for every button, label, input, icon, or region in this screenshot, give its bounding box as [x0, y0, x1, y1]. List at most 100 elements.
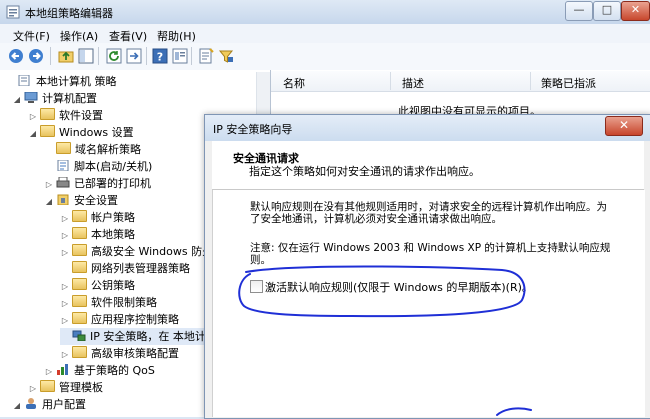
refresh-icon[interactable] [106, 48, 122, 64]
folder-icon [72, 312, 87, 324]
default-response-description-line2: 了安全地通讯，计算机必须对安全通讯请求做出响应。 [250, 213, 502, 225]
expander[interactable]: ▷ [28, 108, 38, 125]
folder-icon [40, 380, 55, 392]
qos-icon [57, 364, 68, 375]
printer-icon [56, 177, 70, 188]
folder-icon [40, 108, 55, 120]
tree-item-label: 应用程序控制策略 [91, 313, 179, 326]
folder-icon [72, 346, 87, 358]
tree-item-label: 安全设置 [74, 194, 118, 207]
column-description[interactable]: 描述 [402, 75, 424, 91]
expander[interactable]: ▷ [60, 295, 70, 312]
tree-item-label: 基于策略的 QoS [74, 364, 155, 377]
dialog-title: IP 安全策略向导 [213, 123, 293, 136]
expander[interactable]: ◢ [44, 193, 54, 210]
folder-icon [72, 210, 87, 222]
up-folder-icon[interactable] [58, 48, 74, 64]
menu-view[interactable]: 查看(V) [109, 28, 147, 44]
tree-item-label: 高级审核策略配置 [91, 347, 179, 360]
folder-icon [72, 244, 87, 256]
computer-icon [24, 92, 38, 103]
tree-item-ip-security-policies[interactable]: IP 安全策略，在 本地计 [60, 328, 210, 345]
tree-item-label: 本地策略 [91, 228, 135, 241]
compatibility-note-line1: 注意: 仅在运行 Windows 2003 和 Windows XP 的计算机上… [250, 242, 611, 254]
handdrawn-annotation [496, 407, 532, 416]
expander[interactable]: ▷ [60, 346, 70, 363]
expander[interactable]: ▷ [44, 363, 54, 380]
tree-item-label: Windows 设置 [59, 126, 134, 139]
tree-item-windows-firewall[interactable]: ▷ 高级安全 Windows 防火 [60, 243, 213, 260]
security-icon [57, 194, 69, 205]
tree-item-label: IP 安全策略，在 本地计 [90, 330, 206, 343]
svg-text:?: ? [157, 51, 163, 64]
expander[interactable]: ▷ [60, 227, 70, 244]
wizard-subheading: 指定这个策略如何对安全通讯的请求作出响应。 [249, 165, 480, 178]
tree-item-label: 域名解析策略 [75, 143, 141, 156]
handdrawn-annotation [238, 265, 526, 318]
toolbar-separator [98, 47, 99, 65]
ipsec-icon [72, 330, 86, 341]
manage-filters-icon[interactable] [218, 48, 234, 64]
window-title: 本地组策略编辑器 [25, 7, 113, 20]
script-icon [57, 160, 69, 171]
tree-item-security-settings[interactable]: ◢ 安全设置 [44, 192, 118, 209]
maximize-button[interactable]: □ [593, 1, 621, 21]
folder-icon [72, 295, 87, 307]
close-button[interactable]: ✕ [621, 1, 650, 21]
export-list-icon[interactable] [126, 48, 142, 64]
tree-item-label: 脚本(启动/关机) [74, 160, 153, 173]
dialog-close-button[interactable]: ✕ [605, 116, 643, 136]
minimize-button[interactable]: — [565, 1, 593, 21]
expander[interactable]: ◢ [28, 125, 38, 142]
tree-item-label: 帐户策略 [91, 211, 135, 224]
folder-icon [56, 142, 71, 154]
tree-item-label: 管理模板 [59, 381, 103, 394]
tree-item-advanced-audit[interactable]: ▷ 高级审核策略配置 [60, 345, 179, 362]
tree-item-name-resolution-policy[interactable]: 域名解析策略 [44, 141, 141, 158]
tree-item-scripts[interactable]: 脚本(启动/关机) [44, 158, 152, 175]
folder-icon [72, 261, 87, 273]
menu-file[interactable]: 文件(F) [13, 28, 50, 44]
user-icon [26, 398, 36, 409]
expander[interactable]: ▷ [60, 278, 70, 295]
new-policy-icon[interactable] [198, 48, 214, 64]
forward-icon[interactable] [28, 48, 44, 64]
expander[interactable]: ◢ [12, 91, 22, 108]
toolbar-separator [191, 47, 192, 65]
policy-editor-app-icon [6, 5, 20, 19]
column-separator[interactable] [390, 72, 391, 90]
show-hide-tree-icon[interactable] [78, 48, 94, 64]
expander[interactable]: ◢ [12, 397, 22, 414]
menu-action[interactable]: 操作(A) [60, 28, 98, 44]
expander[interactable]: ▷ [28, 380, 38, 397]
expander[interactable]: ▷ [60, 244, 70, 261]
tree-item-policy-qos[interactable]: ▷ 基于策略的 QoS [44, 362, 155, 379]
tree-item-admin-templates[interactable]: ▷ 管理模板 [28, 379, 103, 396]
column-name[interactable]: 名称 [283, 75, 305, 91]
column-separator[interactable] [530, 72, 531, 90]
column-policy-assigned[interactable]: 策略已指派 [541, 75, 596, 91]
tree-item-local-computer-policy[interactable]: 本地计算机 策略 [6, 73, 117, 90]
tree-item-label: 软件设置 [59, 109, 103, 122]
expander[interactable]: ▷ [60, 312, 70, 329]
tree-item-network-list-manager[interactable]: 网络列表管理器策略 [60, 260, 190, 277]
tree-item-software-restriction[interactable]: ▷ 软件限制策略 [60, 294, 157, 311]
tree-item-public-key-policies[interactable]: ▷ 公钥策略 [60, 277, 135, 294]
back-icon[interactable] [8, 48, 24, 64]
expander[interactable]: ▷ [60, 210, 70, 227]
menu-help[interactable]: 帮助(H) [157, 28, 196, 44]
tree-item-computer-config[interactable]: ◢ 计算机配置 [12, 90, 97, 107]
tree-item-local-policies[interactable]: ▷ 本地策略 [60, 226, 135, 243]
tree-item-deployed-printers[interactable]: ▷ 已部署的打印机 [44, 175, 151, 192]
toolbar-separator [146, 47, 147, 65]
tree-item-windows-settings[interactable]: ◢ Windows 设置 [28, 124, 134, 141]
help-icon[interactable]: ? [152, 48, 168, 64]
tree-item-account-policies[interactable]: ▷ 帐户策略 [60, 209, 135, 226]
tree-item-label: 高级安全 Windows 防火 [91, 245, 214, 258]
tree-item-label: 已部署的打印机 [74, 177, 151, 190]
tree-item-software-settings[interactable]: ▷ 软件设置 [28, 107, 103, 124]
tree-item-app-control[interactable]: ▷ 应用程序控制策略 [60, 311, 179, 328]
expander[interactable]: ▷ [44, 176, 54, 193]
properties-icon[interactable] [172, 48, 188, 64]
tree-item-user-config[interactable]: ◢ 用户配置 [12, 396, 86, 413]
